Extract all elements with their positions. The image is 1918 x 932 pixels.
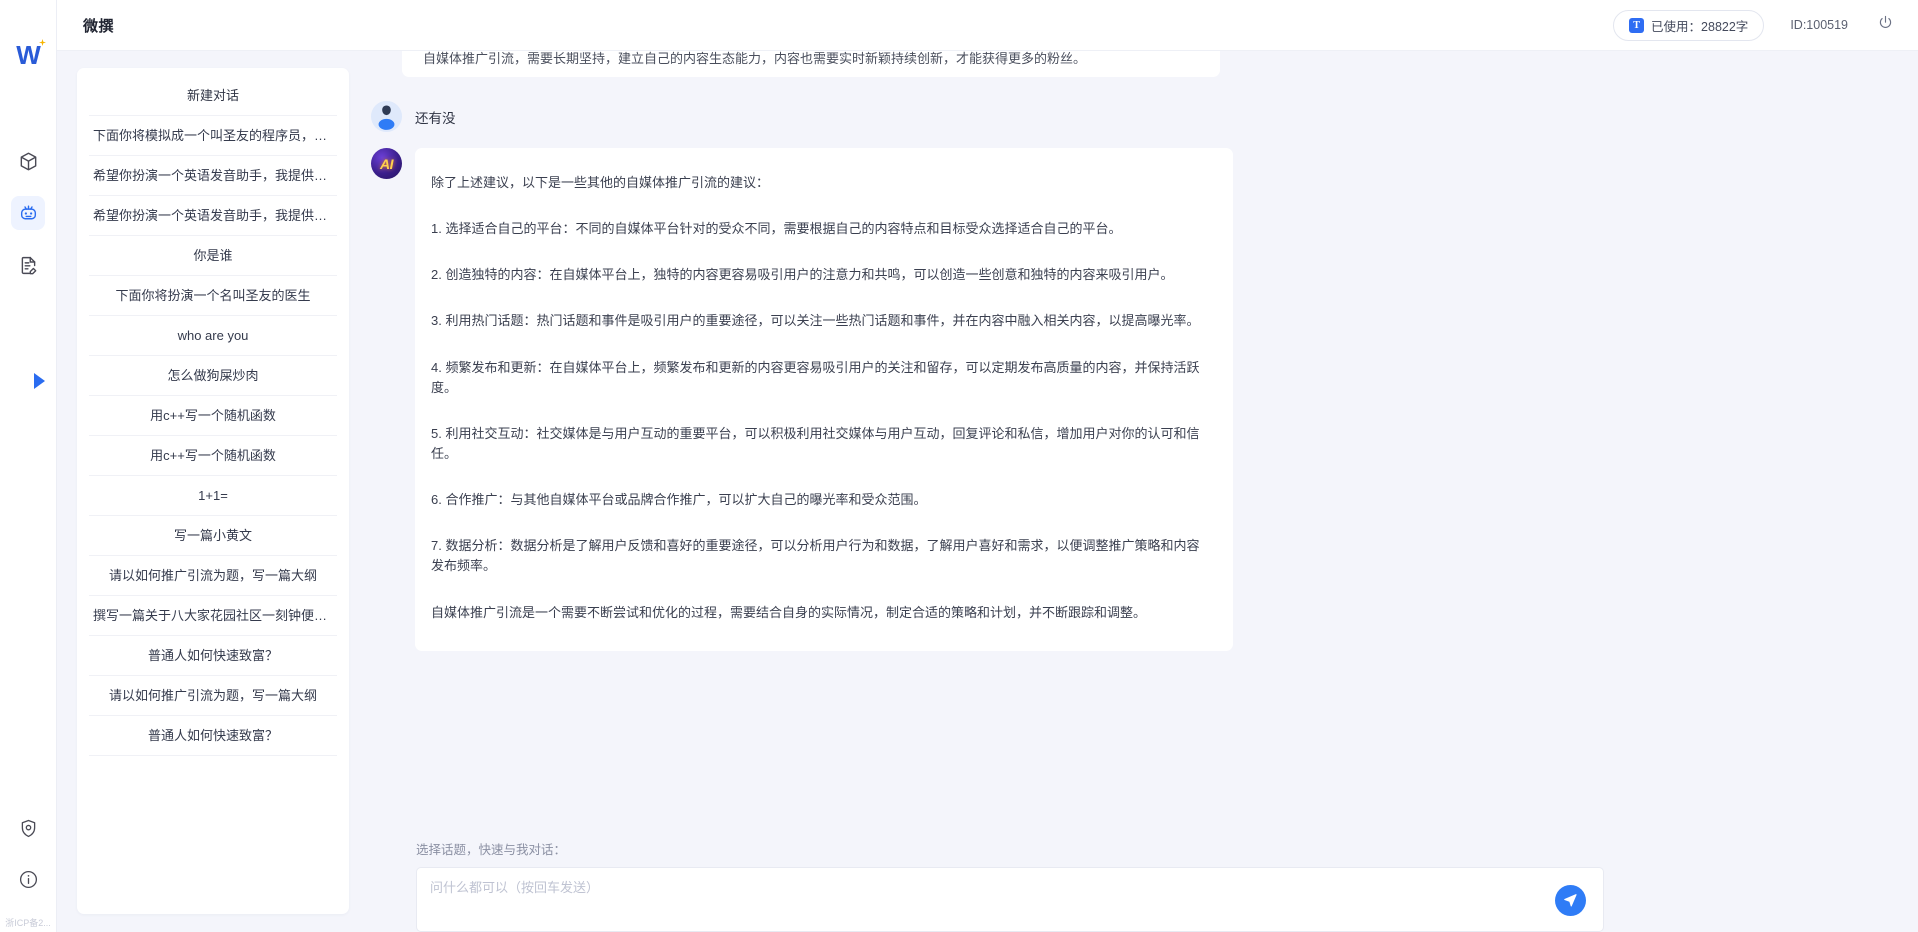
logout-button[interactable] xyxy=(1874,14,1896,36)
list-item[interactable]: 怎么做狗屎炒肉 xyxy=(89,356,337,396)
app-logo: W xyxy=(11,38,45,72)
chat-column: 自媒体推广引流，需要长期坚持，建立自己的内容生态能力，内容也需要实时新颖持续创新… xyxy=(360,51,1918,932)
list-item[interactable]: 请以如何推广引流为题，写一篇大纲 xyxy=(89,676,337,716)
logo-wordmark: W xyxy=(16,42,40,68)
top-bar-right: T 已使用：28822字 ID:100519 xyxy=(1613,10,1896,41)
rail-item-ai-chat[interactable] xyxy=(11,196,45,230)
message-input[interactable] xyxy=(430,880,1533,895)
rail-bottom-nav xyxy=(0,811,56,896)
new-chat-button[interactable]: 新建对话 xyxy=(89,76,337,116)
left-rail: W xyxy=(0,0,57,932)
avatar xyxy=(371,101,402,132)
icp-record-text: 浙ICP备2... xyxy=(0,916,56,929)
list-item[interactable]: 用c++写一个随机函数 xyxy=(89,436,337,476)
rail-item-security[interactable] xyxy=(11,811,45,845)
previous-message-clipped: 自媒体推广引流，需要长期坚持，建立自己的内容生态能力，内容也需要实时新颖持续创新… xyxy=(402,51,1220,77)
shield-icon xyxy=(18,818,39,839)
list-item[interactable]: 普通人如何快速致富？ xyxy=(89,716,337,756)
list-item[interactable]: 写一篇小黄文 xyxy=(89,516,337,556)
list-item[interactable]: 撰写一篇关于八大家花园社区一刻钟便民生... xyxy=(89,596,337,636)
usage-label: 已使用：28822字 xyxy=(1651,16,1748,35)
body-area: 新建对话 下面你将模拟成一个叫圣友的程序员，我说... 希望你扮演一个英语发音助… xyxy=(57,51,1918,932)
document-edit-icon xyxy=(18,255,39,276)
page-title: 微撰 xyxy=(83,15,114,36)
ai-message-bubble: 除了上述建议，以下是一些其他的自媒体推广引流的建议： 1. 选择适合自己的平台：… xyxy=(415,148,1233,651)
rail-expand-arrow-icon[interactable] xyxy=(34,373,45,389)
avatar: AI xyxy=(371,148,402,179)
chat-scroll-area[interactable]: 自媒体推广引流，需要长期坚持，建立自己的内容生态能力，内容也需要实时新颖持续创新… xyxy=(360,51,1918,829)
ai-paragraph: 1. 选择适合自己的平台：不同的自媒体平台针对的受众不同，需要根据自己的内容特点… xyxy=(431,219,1203,239)
robot-icon xyxy=(18,203,39,224)
chat-bottom-spacer xyxy=(360,651,1918,667)
list-item[interactable]: 用c++写一个随机函数 xyxy=(89,396,337,436)
ai-paragraph: 6. 合作推广：与其他自媒体平台或品牌合作推广，可以扩大自己的曝光率和受众范围。 xyxy=(431,490,1203,510)
rail-nav xyxy=(0,144,56,282)
ai-paragraph: 5. 利用社交互动：社交媒体是与用户互动的重要平台，可以积极利用社交媒体与用户互… xyxy=(431,424,1203,464)
clipped-text: 自媒体推广引流，需要长期坚持，建立自己的内容生态能力，内容也需要实时新颖持续创新… xyxy=(423,51,1199,67)
ai-paragraph: 2. 创造独特的内容：在自媒体平台上，独特的内容更容易吸引用户的注意力和共鸣，可… xyxy=(431,265,1203,285)
list-item[interactable]: 1+1= xyxy=(89,476,337,516)
text-count-icon: T xyxy=(1629,18,1644,33)
power-icon xyxy=(1877,14,1894,36)
list-item[interactable]: 你是谁 xyxy=(89,236,337,276)
user-avatar-icon xyxy=(371,101,402,132)
ai-avatar-label: AI xyxy=(380,156,393,172)
ai-message-row: AI 除了上述建议，以下是一些其他的自媒体推广引流的建议： 1. 选择适合自己的… xyxy=(360,148,1918,651)
ai-paragraph: 自媒体推广引流是一个需要不断尝试和优化的过程，需要结合自身的实际情况，制定合适的… xyxy=(431,603,1203,623)
main-area: 微撰 T 已使用：28822字 ID:100519 xyxy=(57,0,1918,932)
list-item[interactable]: 希望你扮演一个英语发音助手，我提供给你... xyxy=(89,156,337,196)
composer-hint-label: 选择话题，快速与我对话： xyxy=(416,839,1918,858)
conversation-panel: 新建对话 下面你将模拟成一个叫圣友的程序员，我说... 希望你扮演一个英语发音助… xyxy=(57,51,360,932)
rail-item-document-edit[interactable] xyxy=(11,248,45,282)
app-root: W xyxy=(0,0,1918,932)
composer-box xyxy=(416,867,1604,932)
usage-badge[interactable]: T 已使用：28822字 xyxy=(1613,10,1764,41)
list-item[interactable]: 希望你扮演一个英语发音助手，我提供给你... xyxy=(89,196,337,236)
ai-paragraph: 7. 数据分析：数据分析是了解用户反馈和喜好的重要途径，可以分析用户行为和数据，… xyxy=(431,536,1203,576)
list-item[interactable]: 下面你将模拟成一个叫圣友的程序员，我说... xyxy=(89,116,337,156)
list-item[interactable]: 普通人如何快速致富？ xyxy=(89,636,337,676)
list-item[interactable]: who are you xyxy=(89,316,337,356)
list-item[interactable]: 下面你将扮演一个名叫圣友的医生 xyxy=(89,276,337,316)
rail-item-info[interactable] xyxy=(11,862,45,896)
conversation-list: 新建对话 下面你将模拟成一个叫圣友的程序员，我说... 希望你扮演一个英语发音助… xyxy=(77,68,349,914)
user-message-row: 还有没 xyxy=(360,101,1918,132)
user-id-label: ID:100519 xyxy=(1790,18,1848,32)
logo-spark-icon xyxy=(39,39,46,46)
ai-paragraph: 除了上述建议，以下是一些其他的自媒体推广引流的建议： xyxy=(431,173,1203,193)
user-message-text: 还有没 xyxy=(415,101,456,127)
cube-icon xyxy=(18,151,39,172)
composer: 选择话题，快速与我对话： xyxy=(360,829,1918,932)
send-icon xyxy=(1563,892,1578,910)
list-item[interactable]: 请以如何推广引流为题，写一篇大纲 xyxy=(89,556,337,596)
rail-item-cube[interactable] xyxy=(11,144,45,178)
ai-paragraph: 3. 利用热门话题：热门话题和事件是吸引用户的重要途径，可以关注一些热门话题和事… xyxy=(431,311,1203,331)
top-bar: 微撰 T 已使用：28822字 ID:100519 xyxy=(57,0,1918,51)
ai-paragraph: 4. 频繁发布和更新：在自媒体平台上，频繁发布和更新的内容更容易吸引用户的关注和… xyxy=(431,358,1203,398)
send-button[interactable] xyxy=(1555,885,1586,916)
info-icon xyxy=(18,869,39,890)
